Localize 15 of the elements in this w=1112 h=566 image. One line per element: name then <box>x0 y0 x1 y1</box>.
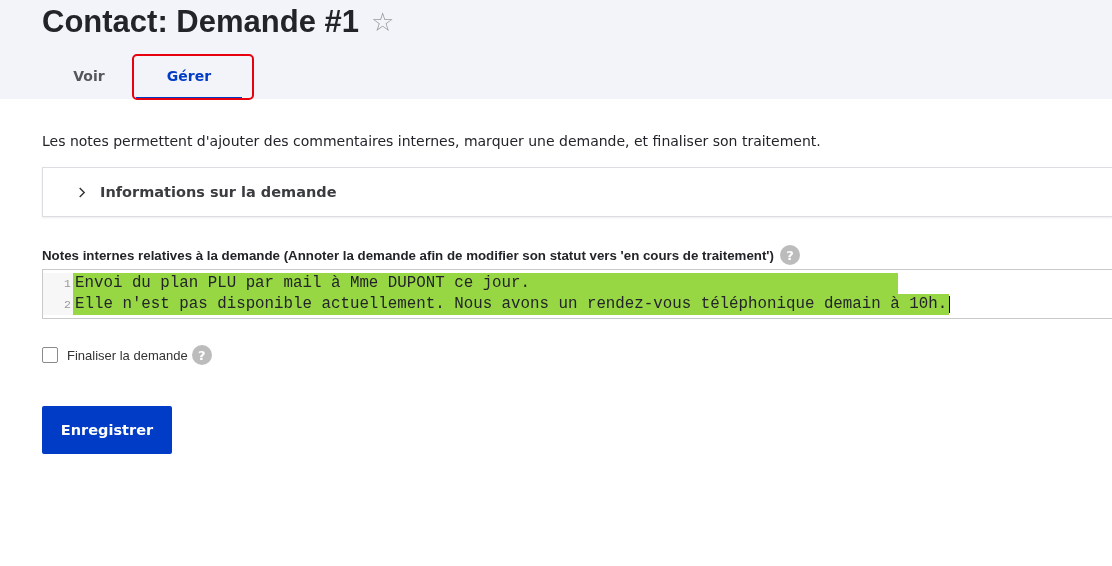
line-number: 2 <box>63 297 71 313</box>
text-cursor <box>949 296 951 313</box>
chevron-icon <box>77 185 86 199</box>
accordion-label: Informations sur la demande <box>100 184 337 200</box>
checkbox-label[interactable]: Finaliser la demande <box>67 347 188 363</box>
accordion-header[interactable]: Informations sur la demande <box>42 167 1112 217</box>
checkbox[interactable] <box>42 347 58 363</box>
page-title: Contact: Demande #1 <box>42 4 359 40</box>
tab[interactable]: Voir <box>42 55 136 99</box>
save-button[interactable]: Enregistrer <box>42 406 172 454</box>
field-label: Notes internes relatives à la demande (Annoter la demande afin de modifier son statut vers 'en cours de traitement') <box>42 247 774 263</box>
tab[interactable]: Gérer <box>136 55 242 99</box>
line-number: 1 <box>63 276 71 292</box>
description-text: Les notes permettent d'ajouter des commentaires internes, marquer une demande, et finaliser son traitement. <box>42 133 822 149</box>
code-editor[interactable]: 1 2 Envoi du plan PLU par mail à Mme DUPONT ce jour. Elle n'est pas disponible actuellement. Nous avons un rendez-vous téléphonique demain à 10h. <box>42 269 1112 319</box>
